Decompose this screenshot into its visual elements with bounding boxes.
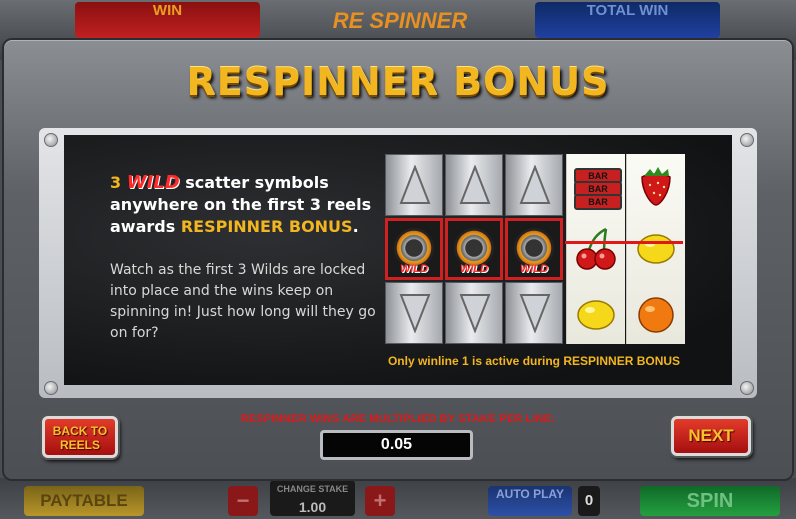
stake-value: 1.00 xyxy=(298,499,327,515)
blank-symbol xyxy=(445,154,503,216)
lemon-icon xyxy=(577,300,615,330)
stake-decrease-button[interactable]: − xyxy=(228,486,258,516)
wild-word: WILD xyxy=(126,172,180,193)
autoplay-count: 0 xyxy=(578,486,600,516)
reel-2: WILD xyxy=(445,154,503,344)
orange-symbol xyxy=(627,282,685,344)
screw-icon xyxy=(44,381,58,395)
wild-label: WILD xyxy=(459,263,489,275)
wild-count: 3 xyxy=(110,173,122,192)
triple-bar-symbol: BAR BAR BAR xyxy=(567,154,625,216)
cherry-icon xyxy=(576,227,616,270)
reel-4: BAR BAR BAR xyxy=(566,154,625,344)
strawberry-symbol xyxy=(627,154,685,216)
back-to-reels-button[interactable]: BACK TO REELS xyxy=(42,416,118,458)
autoplay-button[interactable]: AUTO PLAY xyxy=(488,486,572,516)
intro-bonus-name: RESPINNER BONUS xyxy=(180,217,353,236)
intro-line1: scatter symbols xyxy=(179,173,329,192)
bar-icon: BAR xyxy=(574,194,622,210)
blank-symbol xyxy=(445,282,503,344)
blank-symbol xyxy=(385,282,443,344)
blank-symbol xyxy=(385,154,443,216)
stake-caption: CHANGE STAKE xyxy=(276,484,349,494)
wild-icon xyxy=(394,228,434,268)
lemon-icon xyxy=(637,234,675,264)
wild-symbol: WILD xyxy=(445,218,503,280)
winline-1 xyxy=(565,241,683,244)
winline-note: Only winline 1 is active during RESPINNE… xyxy=(387,354,681,368)
up-arrow-icon xyxy=(459,165,491,204)
down-arrow-icon xyxy=(459,294,491,333)
down-arrow-icon xyxy=(519,294,551,333)
win-display: WIN xyxy=(75,2,260,38)
up-arrow-icon xyxy=(519,165,551,204)
bonus-description: Watch as the first 3 Wilds are locked in… xyxy=(110,262,376,341)
up-arrow-icon xyxy=(399,165,431,204)
cherry-symbol xyxy=(567,218,625,280)
next-button[interactable]: NEXT xyxy=(671,416,751,456)
wild-icon xyxy=(454,228,494,268)
intro-line3-prefix: awards xyxy=(110,217,181,236)
intro-line2: anywhere on the first 3 reels xyxy=(110,195,372,214)
stake-increase-button[interactable]: + xyxy=(365,486,395,516)
dialog-title: RESPINNER BONUS xyxy=(186,60,610,104)
paytable-button[interactable]: PAYTABLE xyxy=(24,486,144,516)
down-arrow-icon xyxy=(399,294,431,333)
reel-1: WILD xyxy=(385,154,443,344)
intro-line3-suffix: . xyxy=(352,217,359,236)
wild-label: WILD xyxy=(519,263,549,275)
strawberry-icon xyxy=(641,167,671,206)
wild-icon xyxy=(514,228,554,268)
screw-icon xyxy=(740,381,754,395)
wild-label: WILD xyxy=(399,263,429,275)
stake-display: CHANGE STAKE 1.00 xyxy=(270,480,355,516)
bonus-intro-text: 3 WILD scatter symbols anywhere on the f… xyxy=(110,172,380,238)
screw-icon xyxy=(44,133,58,147)
spin-button[interactable]: SPIN xyxy=(640,486,780,516)
stake-per-line-display: 0.05 xyxy=(320,430,473,460)
blank-symbol xyxy=(505,282,563,344)
total-win-display: TOTAL WIN xyxy=(535,2,720,38)
lemon-symbol xyxy=(567,282,625,344)
screw-icon xyxy=(740,133,754,147)
blank-symbol xyxy=(505,154,563,216)
lemon-symbol xyxy=(627,218,685,280)
reel-5 xyxy=(626,154,685,344)
wild-symbol: WILD xyxy=(505,218,563,280)
orange-icon xyxy=(638,297,674,333)
game-logo: RE SPINNER xyxy=(332,8,468,33)
reel-3: WILD xyxy=(505,154,563,344)
wild-symbol: WILD xyxy=(385,218,443,280)
